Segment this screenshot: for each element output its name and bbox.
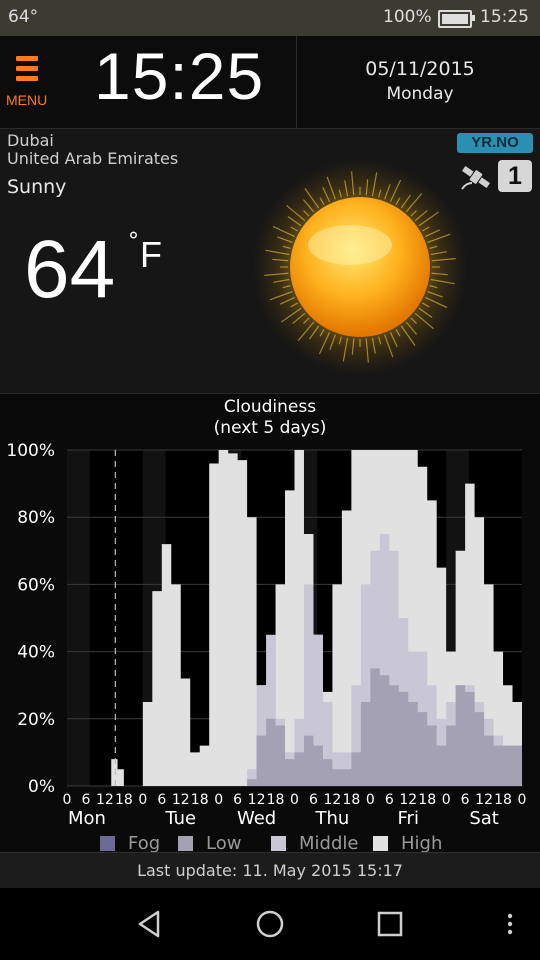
x-tick-label: 18 [115, 792, 133, 808]
x-tick-label: 18 [267, 792, 285, 808]
x-tick-label: 18 [342, 792, 360, 808]
x-tick-label: 0 [366, 792, 375, 808]
y-tick-label: 80% [17, 508, 55, 528]
degree-symbol: ° [128, 229, 139, 254]
date: 05/11/2015 [365, 58, 475, 80]
x-tick-label: 0 [518, 792, 527, 808]
x-tick-label: 12 [248, 792, 266, 808]
x-tick-label: 0 [442, 792, 451, 808]
x-tick-label: 6 [385, 792, 394, 808]
day-label: Tue [164, 808, 196, 829]
temperature-value: 64 [24, 224, 116, 315]
clock: 15:25 [94, 39, 265, 113]
x-tick-label: 6 [157, 792, 166, 808]
x-tick-label: 12 [399, 792, 417, 808]
legend-swatch-fog [100, 836, 115, 851]
x-tick-label: 6 [81, 792, 90, 808]
day-label: Sat [469, 808, 499, 829]
x-tick-label: 0 [214, 792, 223, 808]
yr-logo[interactable]: YR.NO [457, 133, 533, 153]
x-tick-label: 18 [191, 792, 209, 808]
back-icon[interactable] [128, 902, 172, 946]
day-label: Mon [68, 808, 106, 829]
legend-swatch-middle [271, 836, 286, 851]
legend-label-low: Low [206, 833, 241, 852]
x-tick-label: 6 [461, 792, 470, 808]
sun-icon [252, 159, 468, 375]
x-tick-label: 6 [233, 792, 242, 808]
weekday: Monday [386, 84, 454, 104]
cloudiness-chart-panel: Cloudiness (next 5 days) 0% 20% 40% 60% 80% 1… [0, 394, 540, 852]
x-tick-label: 0 [290, 792, 299, 808]
legend-swatch-high [373, 836, 388, 851]
status-temperature: 64° [8, 7, 39, 27]
battery-tip [472, 15, 475, 21]
current-weather-panel[interactable]: Dubai United Arab Emirates Sunny 64 ° F … [0, 129, 540, 394]
header-divider [296, 36, 297, 128]
x-tick-label: 18 [418, 792, 436, 808]
menu-label: MENU [6, 92, 48, 108]
day-label: Wed [237, 808, 276, 829]
legend-swatch-low [178, 836, 193, 851]
x-tick-label: 0 [63, 792, 72, 808]
x-tick-label: 12 [172, 792, 190, 808]
last-update: Last update: 11. May 2015 15:17 [0, 852, 540, 889]
x-tick-label: 6 [309, 792, 318, 808]
weather-condition: Sunny [7, 176, 67, 198]
x-tick-label: 12 [96, 792, 114, 808]
y-tick-label: 40% [17, 643, 55, 663]
battery-icon [438, 10, 472, 28]
home-icon[interactable] [248, 902, 292, 946]
app-header: MENU 15:25 05/11/2015 Monday [0, 36, 540, 129]
y-tick-label: 100% [6, 441, 55, 461]
hamburger-icon [16, 56, 38, 82]
status-time: 15:25 [480, 7, 529, 27]
legend-label-high: High [401, 833, 442, 852]
day-label: Fri [398, 808, 419, 829]
legend-label-middle: Middle [299, 833, 358, 852]
source-badge[interactable]: 1 [498, 160, 532, 192]
menu-button[interactable]: MENU [0, 36, 56, 128]
navigation-bar [0, 888, 540, 960]
x-tick-label: 12 [475, 792, 493, 808]
status-bar: 64° 100% 15:25 [0, 0, 540, 36]
day-label: Thu [315, 808, 350, 829]
satellite-icon [461, 165, 491, 190]
y-tick-label: 60% [17, 575, 55, 595]
y-tick-label: 20% [17, 710, 55, 730]
legend-label-fog: Fog [128, 833, 160, 852]
night-band [67, 450, 90, 786]
y-tick-label: 0% [28, 777, 55, 797]
x-tick-label: 12 [324, 792, 342, 808]
x-tick-label: 0 [138, 792, 147, 808]
x-tick-label: 18 [494, 792, 512, 808]
more-icon[interactable] [488, 902, 532, 946]
cloudiness-chart: 0%20%40%60%80%100%0 6 12 18 0 6 12 18 0 6 12 18 0 6 12… [6, 441, 527, 852]
temperature-unit: F [140, 234, 162, 275]
recents-icon[interactable] [368, 902, 412, 946]
location-city: Dubai [7, 131, 54, 150]
battery-percentage: 100% [383, 7, 432, 27]
location-country: United Arab Emirates [7, 149, 179, 168]
